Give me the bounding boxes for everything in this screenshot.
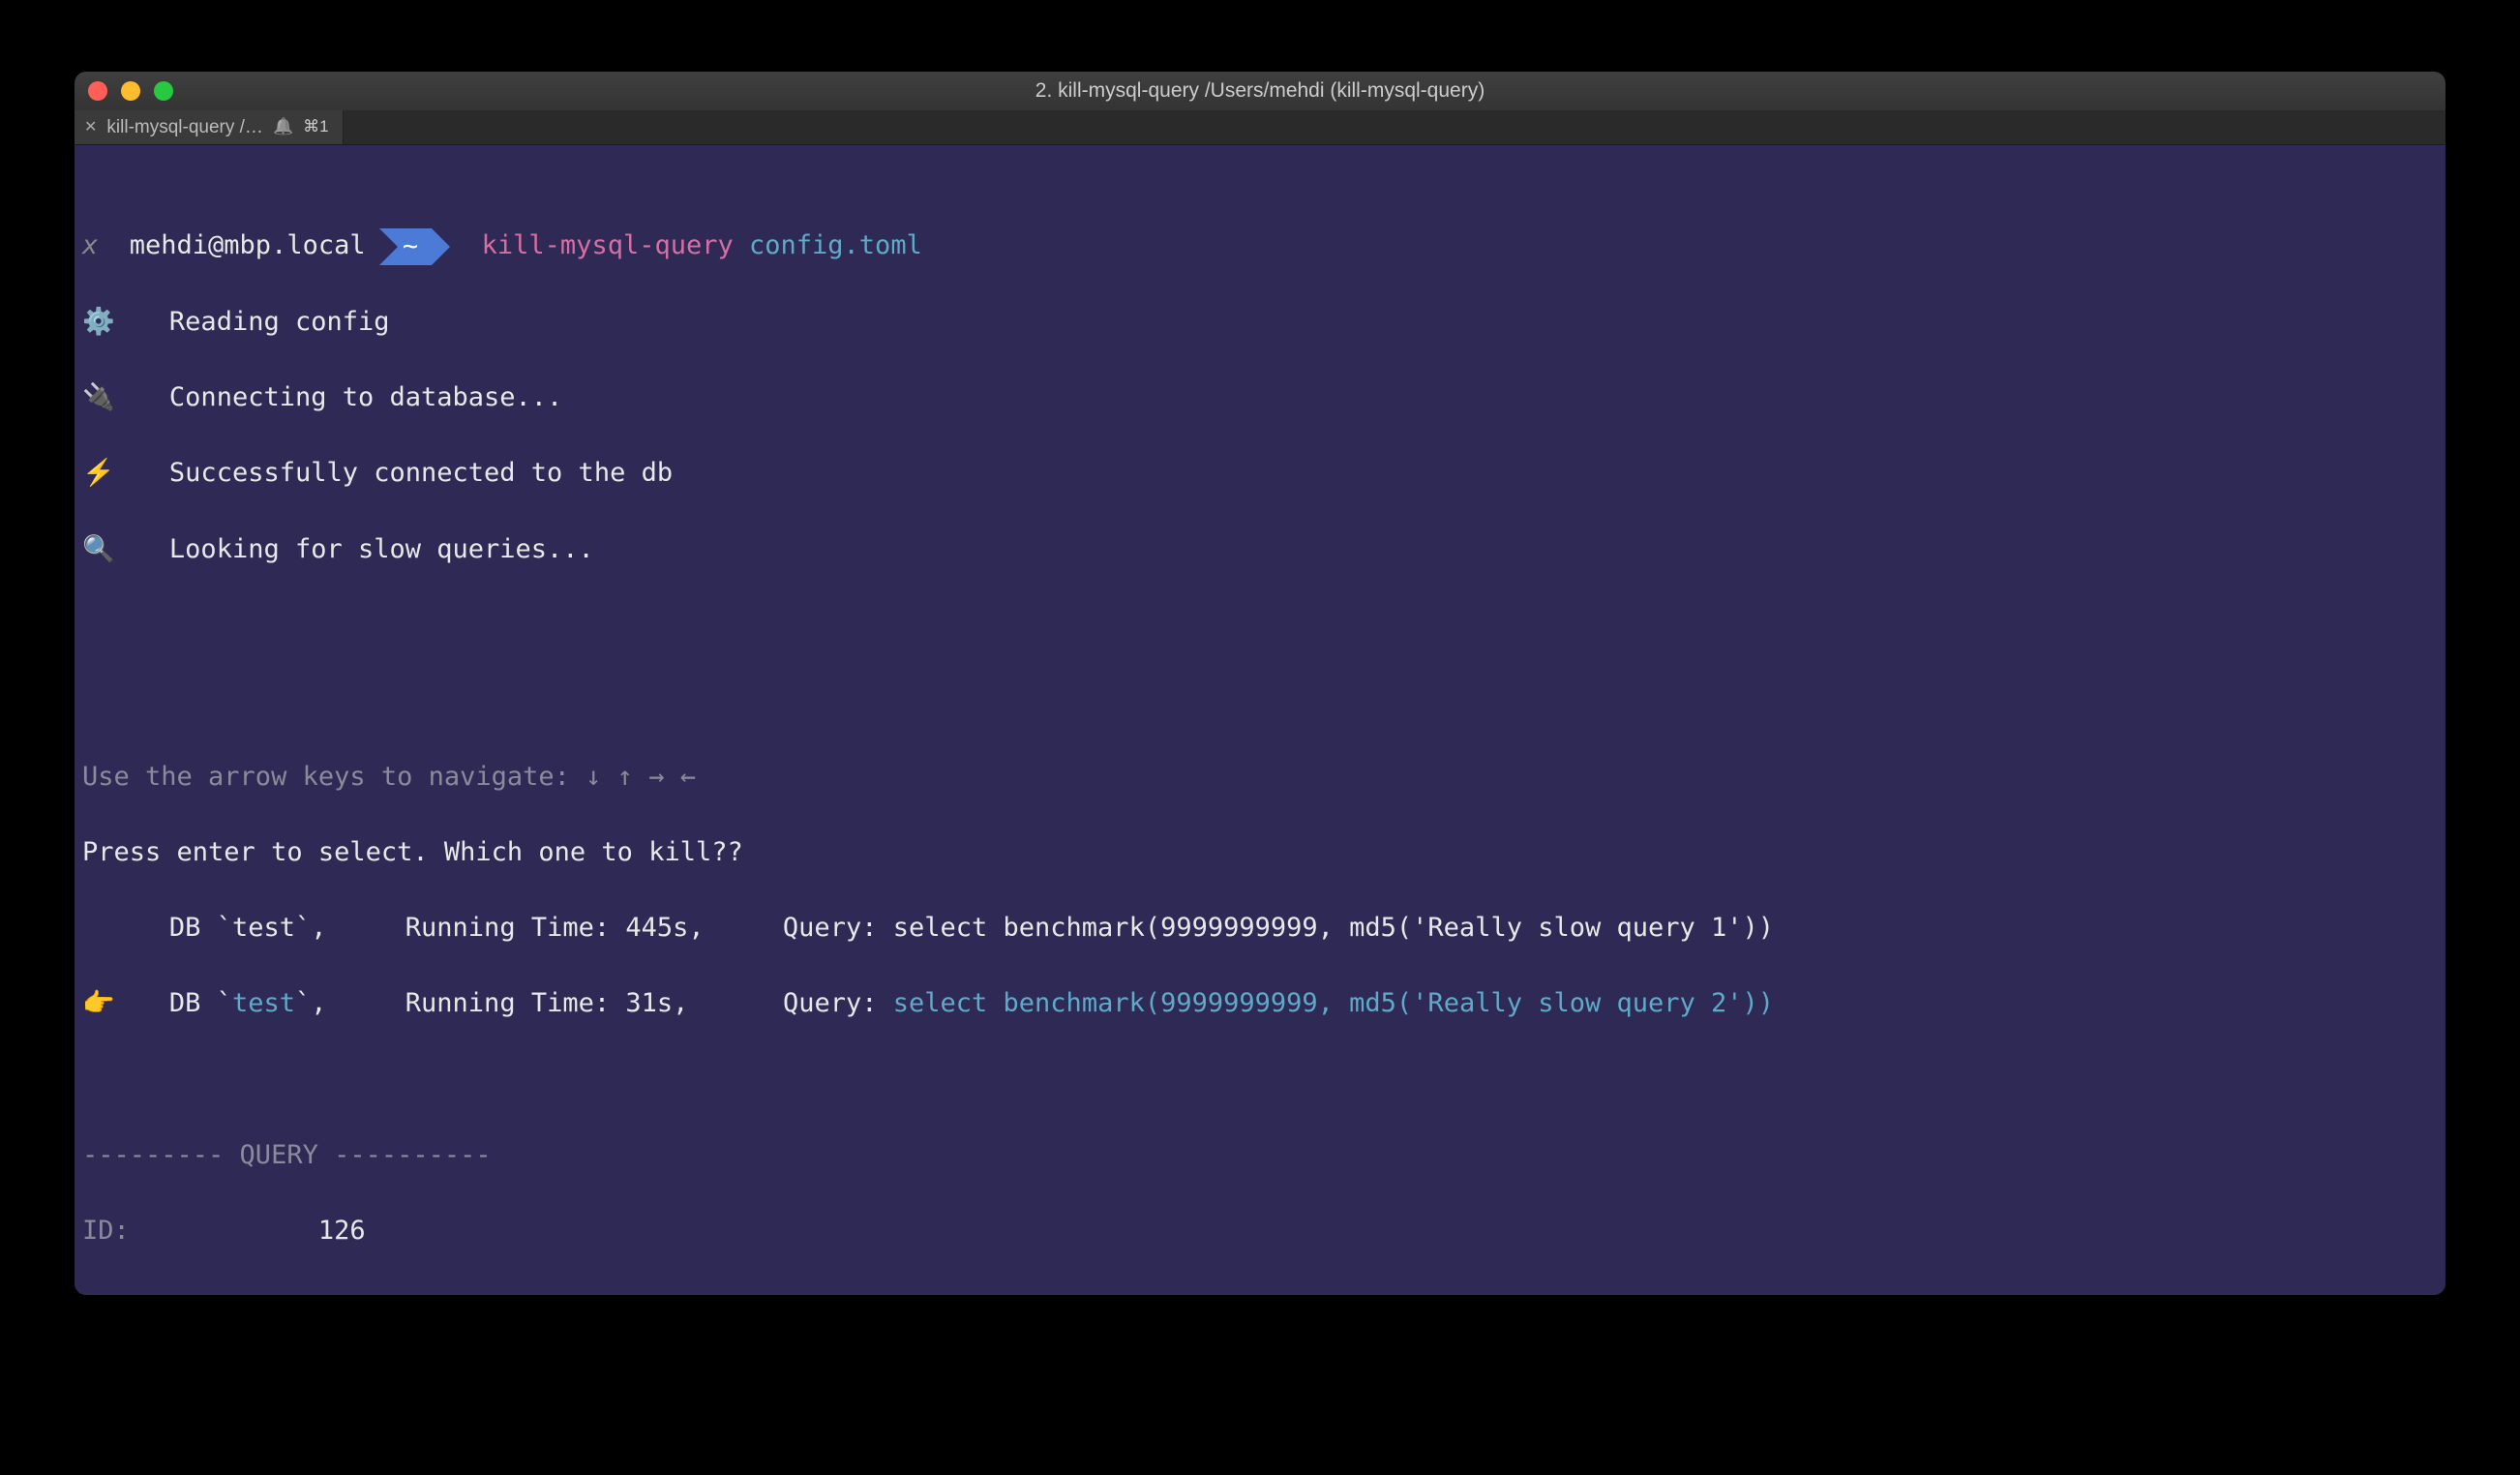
tab-label: kill-mysql-query /…: [106, 114, 263, 141]
terminal-body[interactable]: x mehdi@mbp.local ~ kill-mysql-query con…: [75, 145, 2445, 1295]
powerline-separator-icon: [379, 228, 398, 265]
detail-label: DB:: [82, 1288, 255, 1295]
status-line: 🔌 Connecting to database...: [82, 378, 2438, 416]
query-section-header: --------- QUERY ----------: [82, 1136, 2438, 1174]
traffic-lights: [88, 81, 173, 101]
minimize-window-button[interactable]: [121, 81, 140, 101]
query-label: Query:: [783, 988, 878, 1018]
query-text: select benchmark(9999999999, md5('Really…: [893, 913, 1774, 943]
terminal-window: 2. kill-mysql-query /Users/mehdi (kill-m…: [75, 72, 2445, 1295]
maximize-window-button[interactable]: [154, 81, 173, 101]
bell-icon: 🔔: [273, 115, 293, 139]
detail-row: ID: 126: [82, 1212, 2438, 1249]
detail-value: 126: [318, 1216, 366, 1246]
query-label: Query:: [783, 913, 878, 943]
window-title: 2. kill-mysql-query /Users/mehdi (kill-m…: [1035, 76, 1485, 105]
powerline-arrow-icon: [432, 228, 450, 265]
query-text: select benchmark(9999999999, md5('Really…: [893, 988, 1774, 1018]
titlebar[interactable]: 2. kill-mysql-query /Users/mehdi (kill-m…: [75, 72, 2445, 110]
running-time: Running Time: 31s,: [405, 988, 689, 1018]
status-line: ⚡ Successfully connected to the db: [82, 454, 2438, 492]
prompt-x: x: [82, 226, 98, 264]
detail-label: ID:: [82, 1212, 255, 1249]
status-text: Connecting to database...: [169, 382, 562, 412]
tab-close-icon[interactable]: ✕: [84, 116, 97, 138]
prompt-line: x mehdi@mbp.local ~ kill-mysql-query con…: [82, 226, 2438, 265]
bolt-icon: ⚡: [82, 454, 114, 492]
command-name: kill-mysql-query: [482, 230, 734, 260]
status-line: ⚙️ Reading config: [82, 303, 2438, 341]
select-prompt: Press enter to select. Which one to kill…: [82, 833, 2438, 871]
status-text: Reading config: [169, 307, 390, 337]
tab-shortcut-badge: ⌘1: [303, 115, 328, 139]
command-arg: config.toml: [749, 230, 922, 260]
detail-value: test: [318, 1292, 381, 1295]
search-icon: 🔍: [82, 530, 114, 568]
gear-icon: ⚙️: [82, 303, 114, 341]
close-window-button[interactable]: [88, 81, 107, 101]
detail-row: DB: test: [82, 1288, 2438, 1295]
prompt-host: mehdi@mbp.local: [130, 230, 366, 260]
pointer-icon: 👉: [82, 984, 114, 1022]
list-item[interactable]: DB `test`, Running Time: 445s, Query: se…: [82, 909, 2438, 947]
status-text: Looking for slow queries...: [169, 534, 594, 564]
plug-icon: 🔌: [82, 378, 114, 416]
running-time: Running Time: 445s,: [405, 913, 705, 943]
status-line: 🔍 Looking for slow queries...: [82, 530, 2438, 568]
list-item[interactable]: 👉DB `test`, Running Time: 31s, Query: se…: [82, 984, 2438, 1022]
status-text: Successfully connected to the db: [169, 458, 673, 488]
tab-kill-mysql-query[interactable]: ✕ kill-mysql-query /… 🔔 ⌘1: [75, 110, 344, 144]
tab-bar: ✕ kill-mysql-query /… 🔔 ⌘1: [75, 110, 2445, 145]
nav-hint: Use the arrow keys to navigate: ↓ ↑ → ←: [82, 758, 2438, 796]
